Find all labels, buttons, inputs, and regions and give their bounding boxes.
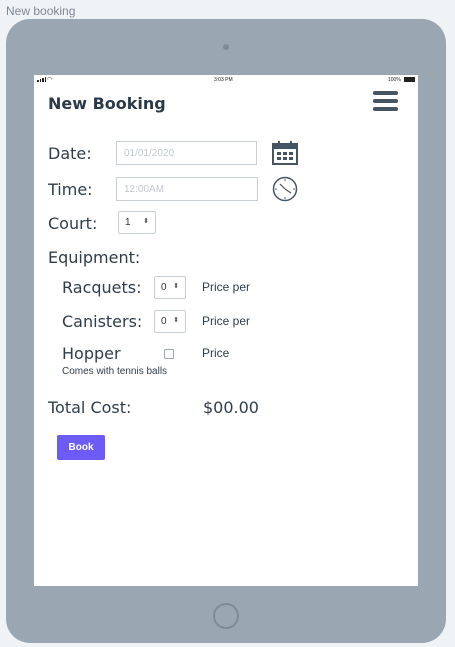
page-title: New Booking — [48, 94, 166, 113]
canisters-select-value: 0 — [161, 316, 167, 327]
date-label: Date: — [48, 144, 92, 163]
time-input[interactable]: 12:00AM — [116, 177, 258, 201]
equipment-label: Equipment: — [48, 248, 141, 267]
hopper-note: Comes with tennis balls — [62, 366, 168, 377]
racquets-price: Price per — [202, 280, 251, 294]
date-input[interactable]: 01/01/2020 — [116, 141, 257, 165]
status-time: 3:03 PM — [214, 77, 233, 83]
court-select-value: 1 — [125, 217, 131, 228]
select-arrow-icon: ⬍ — [173, 317, 179, 324]
tablet-device: ◠ 3:03 PM 100% New Booking Date: 01/01/2… — [6, 19, 446, 643]
battery-percent: 100% — [388, 77, 401, 83]
canisters-price: Price per — [202, 314, 251, 328]
hopper-checkbox[interactable] — [164, 349, 174, 359]
signal-icon — [37, 77, 46, 82]
canisters-select[interactable]: 0 ⬍ — [154, 310, 186, 333]
court-select[interactable]: 1 ⬍ — [118, 211, 156, 234]
status-bar: ◠ 3:03 PM 100% — [34, 75, 418, 85]
total-cost-label: Total Cost: — [48, 398, 132, 417]
racquets-label: Racquets: — [62, 278, 142, 297]
total-cost-value: $00.00 — [203, 398, 259, 417]
home-button[interactable] — [213, 603, 239, 629]
canisters-label: Canisters: — [62, 312, 143, 331]
screen: ◠ 3:03 PM 100% New Booking Date: 01/01/2… — [34, 75, 418, 586]
hopper-label: Hopper — [62, 344, 121, 363]
hamburger-menu-icon[interactable] — [373, 91, 399, 115]
hopper-price: Price — [202, 346, 230, 360]
camera-dot — [223, 44, 229, 50]
racquets-select-value: 0 — [161, 282, 167, 293]
racquets-select[interactable]: 0 ⬍ — [154, 276, 186, 299]
book-button[interactable]: Book — [57, 435, 105, 460]
court-label: Court: — [48, 214, 98, 233]
clock-icon[interactable] — [272, 176, 298, 202]
frame-title: New booking — [6, 4, 76, 18]
calendar-icon[interactable] — [272, 141, 298, 165]
select-arrow-icon: ⬍ — [173, 283, 179, 290]
select-arrow-icon: ⬍ — [143, 218, 149, 225]
time-label: Time: — [48, 180, 93, 199]
wifi-icon: ◠ — [47, 77, 53, 83]
battery-icon — [404, 77, 415, 82]
